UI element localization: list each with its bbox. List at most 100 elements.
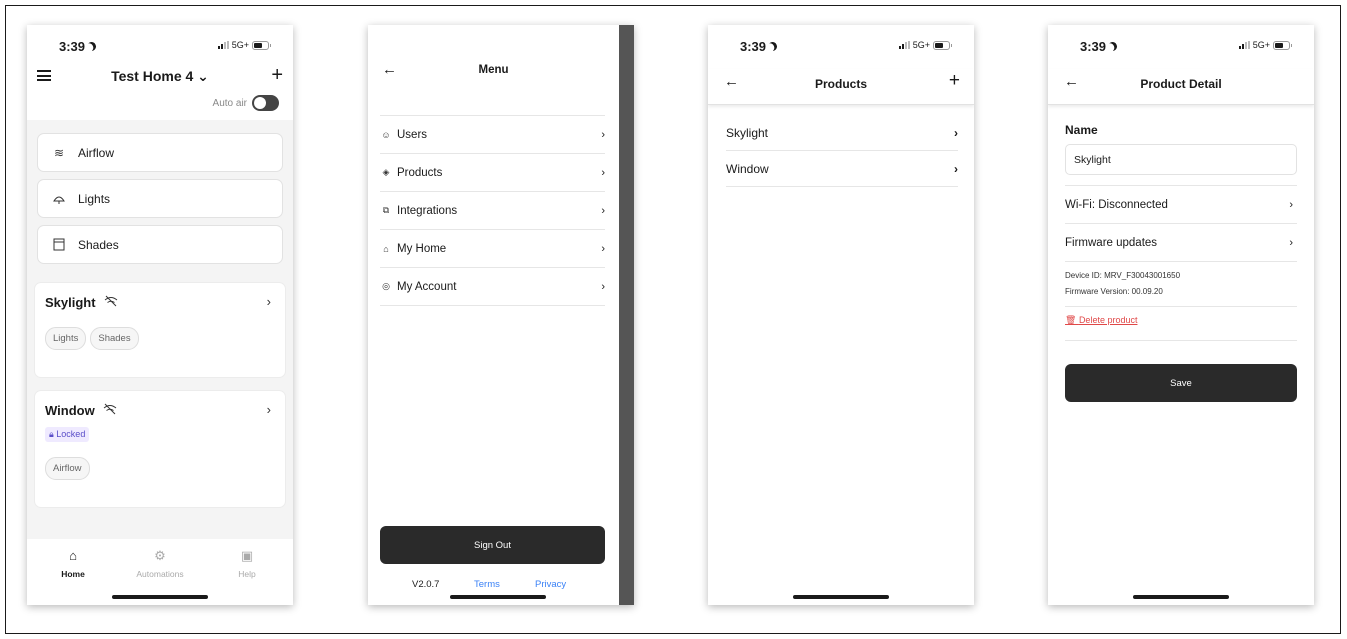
chevron-right-icon: › [601, 166, 605, 179]
status-time: 3:39 [740, 39, 777, 54]
network-label: 5G+ [231, 40, 249, 50]
products-screen: 3:39 5G+ ← Products + Skylight › Window › [708, 25, 974, 605]
menu-item-label: Products [397, 166, 443, 179]
wifi-label: Wi-Fi: Disconnected [1065, 198, 1168, 211]
shades-button[interactable]: Shades [37, 225, 283, 264]
status-bar: 3:39 5G+ [27, 25, 293, 69]
chevron-right-icon[interactable]: › [267, 294, 271, 309]
status-bar: 3:39 5G+ [708, 25, 974, 69]
product-row-skylight[interactable]: Skylight › [726, 115, 958, 151]
divider [1065, 340, 1297, 341]
auto-air-row: Auto air [213, 95, 279, 111]
product-name: Skylight [726, 125, 769, 140]
delete-product-link[interactable]: 🗑︎ Delete product [1065, 315, 1137, 326]
products-list: Skylight › Window › [726, 115, 958, 187]
locked-label: Locked [56, 429, 86, 439]
divider [1065, 306, 1297, 307]
chevron-right-icon: › [954, 161, 958, 176]
network-label: 5G+ [1252, 40, 1270, 50]
card-title: Skylight [45, 295, 118, 310]
shade-icon [52, 238, 66, 252]
status-right: 5G+ [217, 40, 271, 50]
light-icon [52, 192, 66, 206]
account-icon: ◎ [382, 281, 390, 291]
auto-air-label: Auto air [212, 97, 247, 109]
home-screen: 3:39 5G+ Test Home 4 ⌄ + Auto air ≋ Airfl… [27, 25, 293, 605]
menu-item-users[interactable]: ☺ Users › [380, 116, 605, 154]
home-indicator [1133, 595, 1229, 599]
card-title-text: Window [45, 403, 95, 418]
product-detail-screen: 3:39 5G+ ← Product Detail Name Skylight … [1048, 25, 1314, 605]
chevron-right-icon: › [1289, 198, 1293, 211]
menu-screen: ← Menu ☺ Users › ◈ Products › ⧉ Integrations ›… [368, 25, 634, 605]
chevron-right-icon: › [601, 128, 605, 141]
status-right: 5G+ [1238, 40, 1292, 50]
chevron-right-icon[interactable]: › [267, 402, 271, 417]
wifi-off-icon [104, 295, 118, 310]
nav-help[interactable]: ▣ Help [207, 548, 287, 580]
home-indicator [450, 595, 546, 599]
wifi-row[interactable]: Wi-Fi: Disconnected › [1065, 186, 1297, 224]
product-card-window[interactable]: Window › 🔒︎ Locked Airflow [34, 390, 286, 508]
menu-scrim[interactable] [619, 25, 634, 605]
product-card-skylight[interactable]: Skylight › Lights Shades [34, 282, 286, 378]
chevron-right-icon: › [1289, 236, 1293, 249]
moon-icon [1107, 41, 1119, 53]
chip-row: Airflow [45, 457, 94, 480]
delete-label: Delete product [1078, 315, 1138, 325]
chevron-right-icon: › [601, 242, 605, 255]
status-right: 5G+ [898, 40, 952, 50]
terms-link[interactable]: Terms [474, 579, 500, 590]
products-header: ← Products + [708, 69, 974, 105]
chevron-right-icon: › [601, 204, 605, 217]
detail-header: ← Product Detail [1048, 69, 1314, 105]
page-title: Product Detail [1140, 77, 1222, 91]
nav-home[interactable]: ⌂ Home [33, 548, 113, 580]
shades-label: Shades [78, 237, 119, 252]
users-icon: ☺ [381, 129, 391, 140]
signal-icon [217, 41, 229, 49]
chip-airflow[interactable]: Airflow [45, 457, 90, 480]
chevron-right-icon: › [954, 125, 958, 140]
trash-icon: 🗑︎ [1065, 315, 1079, 325]
product-row-window[interactable]: Window › [726, 151, 958, 187]
card-title: Window [45, 403, 117, 418]
battery-icon [1273, 40, 1292, 50]
help-icon: ▣ [240, 548, 254, 563]
save-button[interactable]: Save [1065, 364, 1297, 402]
add-icon[interactable]: + [271, 64, 283, 87]
menu-item-integrations[interactable]: ⧉ Integrations › [380, 192, 605, 230]
moon-icon [86, 41, 98, 53]
chip-lights[interactable]: Lights [45, 327, 87, 350]
menu-item-label: Integrations [397, 204, 458, 217]
moon-icon [767, 41, 779, 53]
airflow-button[interactable]: ≋ Airflow [37, 133, 283, 172]
name-input[interactable]: Skylight [1065, 144, 1297, 175]
menu-item-label: My Home [397, 242, 447, 255]
add-product-icon[interactable]: + [949, 70, 960, 92]
lights-button[interactable]: Lights [37, 179, 283, 218]
nav-automations[interactable]: ⚙︎ Automations [120, 549, 200, 580]
home-icon: ⌂ [383, 243, 389, 254]
bottom-nav: ⌂ Home ⚙︎ Automations ▣ Help [27, 539, 293, 605]
privacy-link[interactable]: Privacy [535, 579, 566, 590]
chip-row: Lights Shades [45, 327, 143, 350]
chip-shades[interactable]: Shades [90, 327, 139, 350]
name-label: Name [1065, 123, 1098, 137]
menu-item-my-account[interactable]: ◎ My Account › [380, 268, 605, 306]
status-time: 3:39 [1080, 39, 1117, 54]
sign-out-button[interactable]: Sign Out [380, 526, 605, 564]
menu-item-products[interactable]: ◈ Products › [380, 154, 605, 192]
airflow-icon: ≋ [53, 145, 65, 160]
auto-air-toggle[interactable] [252, 95, 279, 111]
home-icon: ⌂ [69, 548, 77, 563]
products-icon: ◈ [382, 167, 390, 177]
home-selector[interactable]: Test Home 4 ⌄ [27, 68, 293, 85]
status-bar: 3:39 5G+ [1048, 25, 1314, 69]
menu-item-my-home[interactable]: ⌂ My Home › [380, 230, 605, 268]
chevron-right-icon: › [601, 280, 605, 293]
firmware-row[interactable]: Firmware updates › [1065, 224, 1297, 262]
card-title-text: Skylight [45, 295, 96, 310]
menu-item-label: My Account [397, 280, 457, 293]
device-id: Device ID: MRV_F30043001650 [1065, 271, 1181, 280]
